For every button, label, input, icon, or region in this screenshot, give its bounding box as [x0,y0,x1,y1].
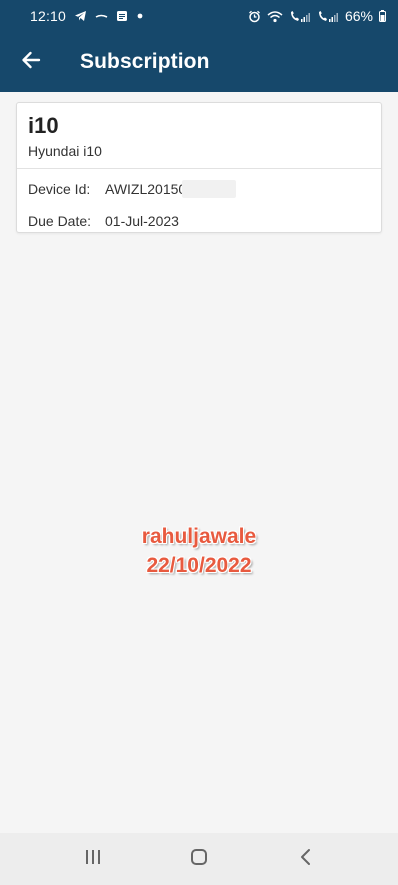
subscription-card[interactable]: i10 Hyundai i10 Device Id: AWIZL20150 Du… [16,102,382,233]
app-bar: Subscription [0,32,398,92]
alarm-icon [248,10,261,23]
recent-apps-button[interactable] [63,839,123,879]
watermark-username: rahuljawale [141,525,257,548]
redaction-box [182,180,237,198]
vehicle-name: i10 [28,113,59,138]
dot-icon [136,10,144,22]
home-button[interactable] [169,839,229,879]
watermark: rahuljawale 22/10/2022 [0,522,398,580]
device-id-label: Device Id: [28,181,91,197]
call-signal-icon [317,10,339,23]
minus-icon [95,10,108,22]
vehicle-model: Hyundai i10 [28,143,102,159]
back-button[interactable] [0,32,62,92]
battery-icon [379,10,386,22]
system-back-button[interactable] [275,839,335,879]
card-header: i10 Hyundai i10 [17,103,381,169]
page-title: Subscription [80,50,210,73]
due-date-label: Due Date: [28,213,92,229]
system-nav-bar [0,833,398,885]
due-date-row: Due Date: 01-Jul-2023 [17,205,381,237]
status-bar: 12:10 66% [0,0,398,32]
due-date-value: 01-Jul-2023 [105,213,179,229]
home-icon [190,848,208,871]
call-signal-icon [289,10,311,23]
status-time: 12:10 [30,8,67,24]
watermark-date: 22/10/2022 [146,554,252,577]
device-id-row: Device Id: AWIZL20150 [17,173,381,205]
telegram-icon [74,10,87,22]
back-icon [299,848,311,871]
battery-percent: 66% [344,8,373,24]
device-id-value: AWIZL20150 [105,181,187,197]
wifi-icon [267,10,283,23]
document-icon [116,10,128,22]
recent-apps-icon [84,849,102,870]
arrow-left-icon [21,51,41,74]
